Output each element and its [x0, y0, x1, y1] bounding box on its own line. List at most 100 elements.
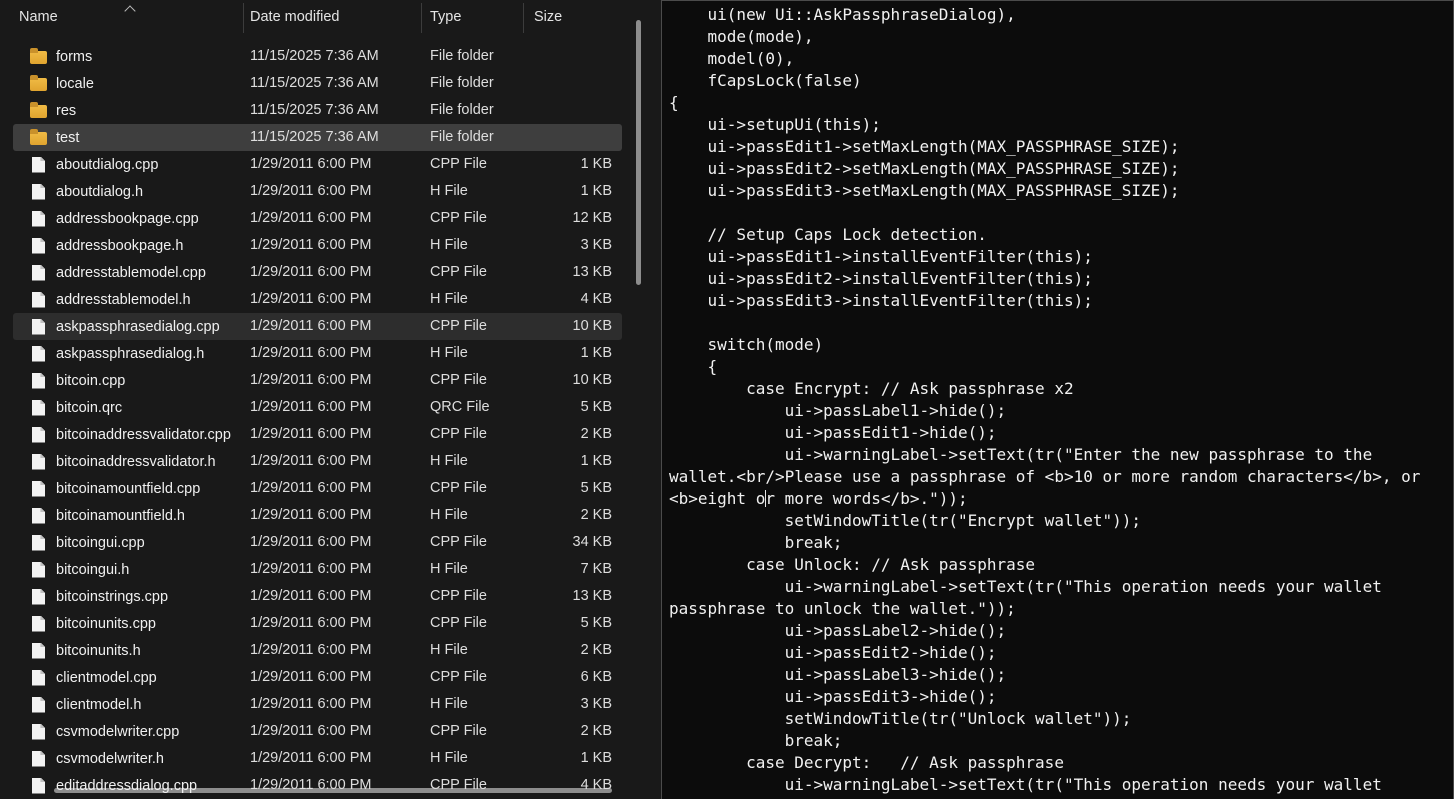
code-line: case Decrypt: // Ask passphrase	[669, 752, 1453, 774]
file-row[interactable]: bitcoinaddressvalidator.cpp 1/29/2011 6:…	[0, 421, 661, 448]
file-name-label: bitcoin.qrc	[56, 400, 122, 416]
file-row[interactable]: bitcoinamountfield.cpp 1/29/2011 6:00 PM…	[0, 475, 661, 502]
file-row[interactable]: locale 11/15/2025 7:36 AM File folder	[0, 70, 661, 97]
file-icon	[32, 157, 45, 173]
file-icon	[32, 319, 45, 335]
file-name-label: csvmodelwriter.h	[56, 751, 164, 767]
code-line: ui->passEdit2->setMaxLength(MAX_PASSPHRA…	[669, 158, 1453, 180]
type-cell: H File	[430, 637, 468, 664]
file-icon	[32, 562, 45, 578]
file-name-cell: clientmodel.cpp	[30, 664, 157, 691]
type-cell: CPP File	[430, 718, 487, 745]
code-line	[669, 312, 1453, 334]
file-row[interactable]: aboutdialog.h 1/29/2011 6:00 PM H File 1…	[0, 178, 661, 205]
column-header-type[interactable]: Type	[430, 9, 461, 25]
file-row[interactable]: addresstablemodel.cpp 1/29/2011 6:00 PM …	[0, 259, 661, 286]
column-header-size[interactable]: Size	[534, 9, 562, 25]
file-row[interactable]: bitcoingui.cpp 1/29/2011 6:00 PM CPP Fil…	[0, 529, 661, 556]
file-name-cell: bitcoinamountfield.h	[30, 502, 185, 529]
file-row[interactable]: csvmodelwriter.h 1/29/2011 6:00 PM H Fil…	[0, 745, 661, 772]
file-row[interactable]: addresstablemodel.h 1/29/2011 6:00 PM H …	[0, 286, 661, 313]
code-line: setWindowTitle(tr("Encrypt wallet"));	[669, 510, 1453, 532]
code-line: model(0),	[669, 48, 1453, 70]
code-line: ui->passEdit3->setMaxLength(MAX_PASSPHRA…	[669, 180, 1453, 202]
date-modified-cell: 1/29/2011 6:00 PM	[250, 259, 371, 286]
file-name-label: addresstablemodel.cpp	[56, 265, 206, 281]
file-row[interactable]: askpassphrasedialog.cpp 1/29/2011 6:00 P…	[0, 313, 661, 340]
file-name-cell: askpassphrasedialog.cpp	[30, 313, 220, 340]
size-cell: 1 KB	[524, 745, 612, 772]
file-row[interactable]: bitcoin.cpp 1/29/2011 6:00 PM CPP File 1…	[0, 367, 661, 394]
type-cell: CPP File	[430, 610, 487, 637]
code-line	[669, 202, 1453, 224]
file-name-label: clientmodel.cpp	[56, 670, 157, 686]
file-name-label: askpassphrasedialog.h	[56, 346, 204, 362]
file-name-cell: addressbookpage.cpp	[30, 205, 199, 232]
file-row[interactable]: aboutdialog.cpp 1/29/2011 6:00 PM CPP Fi…	[0, 151, 661, 178]
column-divider[interactable]	[243, 3, 244, 33]
type-cell: File folder	[430, 97, 494, 124]
code-editor-panel[interactable]: ui(new Ui::AskPassphraseDialog), mode(mo…	[661, 0, 1454, 799]
file-name-cell: csvmodelwriter.cpp	[30, 718, 179, 745]
type-cell: H File	[430, 556, 468, 583]
type-cell: CPP File	[430, 367, 487, 394]
file-row[interactable]: bitcoinstrings.cpp 1/29/2011 6:00 PM CPP…	[0, 583, 661, 610]
sort-chevron-up-icon	[124, 5, 135, 16]
code-line: // Setup Caps Lock detection.	[669, 224, 1453, 246]
code-line: ui->passEdit2->installEventFilter(this);	[669, 268, 1453, 290]
file-row[interactable]: askpassphrasedialog.h 1/29/2011 6:00 PM …	[0, 340, 661, 367]
file-icon	[32, 184, 45, 200]
file-row[interactable]: forms 11/15/2025 7:36 AM File folder	[0, 43, 661, 70]
column-divider[interactable]	[421, 3, 422, 33]
size-cell: 2 KB	[524, 637, 612, 664]
code-text-area[interactable]: ui(new Ui::AskPassphraseDialog), mode(mo…	[662, 1, 1453, 799]
file-row[interactable]: bitcoin.qrc 1/29/2011 6:00 PM QRC File 5…	[0, 394, 661, 421]
size-cell: 1 KB	[524, 340, 612, 367]
type-cell: CPP File	[430, 421, 487, 448]
size-cell: 3 KB	[524, 232, 612, 259]
file-name-cell: askpassphrasedialog.h	[30, 340, 204, 367]
file-row[interactable]: bitcoinaddressvalidator.h 1/29/2011 6:00…	[0, 448, 661, 475]
file-row[interactable]: bitcoingui.h 1/29/2011 6:00 PM H File 7 …	[0, 556, 661, 583]
date-modified-cell: 1/29/2011 6:00 PM	[250, 448, 371, 475]
file-row[interactable]: res 11/15/2025 7:36 AM File folder	[0, 97, 661, 124]
date-modified-cell: 1/29/2011 6:00 PM	[250, 556, 371, 583]
file-row[interactable]: clientmodel.cpp 1/29/2011 6:00 PM CPP Fi…	[0, 664, 661, 691]
type-cell: H File	[430, 232, 468, 259]
date-modified-cell: 11/15/2025 7:36 AM	[250, 70, 379, 97]
vertical-scrollbar[interactable]	[636, 20, 641, 285]
file-name-label: editaddressdialog.cpp	[56, 778, 197, 794]
file-row[interactable]: bitcoinunits.h 1/29/2011 6:00 PM H File …	[0, 637, 661, 664]
file-row[interactable]: editaddressdialog.cpp 1/29/2011 6:00 PM …	[0, 772, 661, 799]
file-row[interactable]: addressbookpage.h 1/29/2011 6:00 PM H Fi…	[0, 232, 661, 259]
column-header-date-modified[interactable]: Date modified	[250, 9, 339, 25]
file-name-label: bitcoingui.cpp	[56, 535, 145, 551]
file-row[interactable]: csvmodelwriter.cpp 1/29/2011 6:00 PM CPP…	[0, 718, 661, 745]
file-icon	[32, 643, 45, 659]
size-cell: 12 KB	[524, 205, 612, 232]
file-name-cell: bitcoinaddressvalidator.h	[30, 448, 216, 475]
code-line: ui->warningLabel->setText(tr("This opera…	[669, 774, 1453, 796]
file-icon	[32, 697, 45, 713]
file-icon	[32, 616, 45, 632]
type-cell: QRC File	[430, 394, 490, 421]
date-modified-cell: 1/29/2011 6:00 PM	[250, 475, 371, 502]
type-cell: File folder	[430, 43, 494, 70]
file-row[interactable]: test 11/15/2025 7:36 AM File folder	[0, 124, 661, 151]
file-row[interactable]: bitcoinamountfield.h 1/29/2011 6:00 PM H…	[0, 502, 661, 529]
date-modified-cell: 1/29/2011 6:00 PM	[250, 583, 371, 610]
date-modified-cell: 1/29/2011 6:00 PM	[250, 421, 371, 448]
file-row[interactable]: bitcoinunits.cpp 1/29/2011 6:00 PM CPP F…	[0, 610, 661, 637]
date-modified-cell: 1/29/2011 6:00 PM	[250, 313, 371, 340]
file-name-cell: addresstablemodel.h	[30, 286, 191, 313]
size-cell: 5 KB	[524, 394, 612, 421]
file-name-label: bitcoin.cpp	[56, 373, 125, 389]
column-divider[interactable]	[523, 3, 524, 33]
date-modified-cell: 11/15/2025 7:36 AM	[250, 124, 379, 151]
file-row[interactable]: addressbookpage.cpp 1/29/2011 6:00 PM CP…	[0, 205, 661, 232]
file-row[interactable]: clientmodel.h 1/29/2011 6:00 PM H File 3…	[0, 691, 661, 718]
column-header-name[interactable]: Name	[19, 9, 58, 25]
file-name-label: csvmodelwriter.cpp	[56, 724, 179, 740]
file-list: forms 11/15/2025 7:36 AM File folder loc…	[0, 43, 661, 799]
size-cell: 2 KB	[524, 502, 612, 529]
